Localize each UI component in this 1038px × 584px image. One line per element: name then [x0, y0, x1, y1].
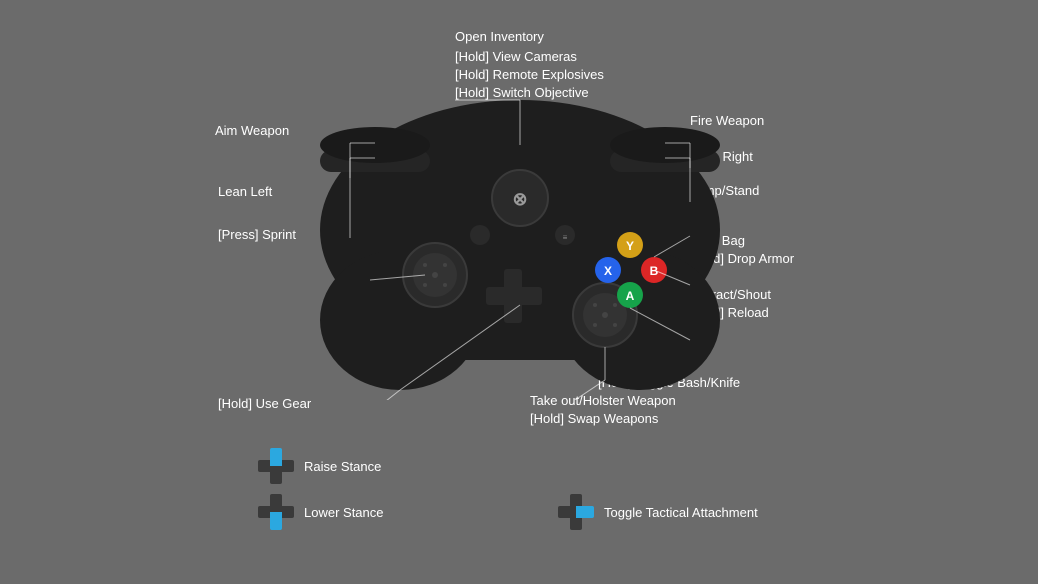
- hold-swap-weapons-label: [Hold] Swap Weapons: [530, 410, 658, 428]
- controller-diagram: ⊗ ≡ Y X B: [270, 40, 770, 400]
- svg-text:A: A: [626, 289, 635, 303]
- svg-text:Y: Y: [626, 239, 634, 253]
- svg-text:⊗: ⊗: [512, 189, 527, 209]
- svg-text:X: X: [604, 264, 612, 278]
- toggle-tactical-label: Toggle Tactical Attachment: [604, 505, 758, 520]
- raise-stance-legend: Raise Stance: [258, 448, 381, 492]
- lower-stance-label: Lower Stance: [304, 505, 384, 520]
- raise-stance-label: Raise Stance: [304, 459, 381, 474]
- toggle-tactical-legend: Toggle Tactical Attachment: [558, 494, 758, 538]
- svg-text:≡: ≡: [563, 233, 568, 242]
- lean-left-label: Lean Left: [218, 183, 272, 201]
- lower-stance-legend: Lower Stance: [258, 494, 384, 538]
